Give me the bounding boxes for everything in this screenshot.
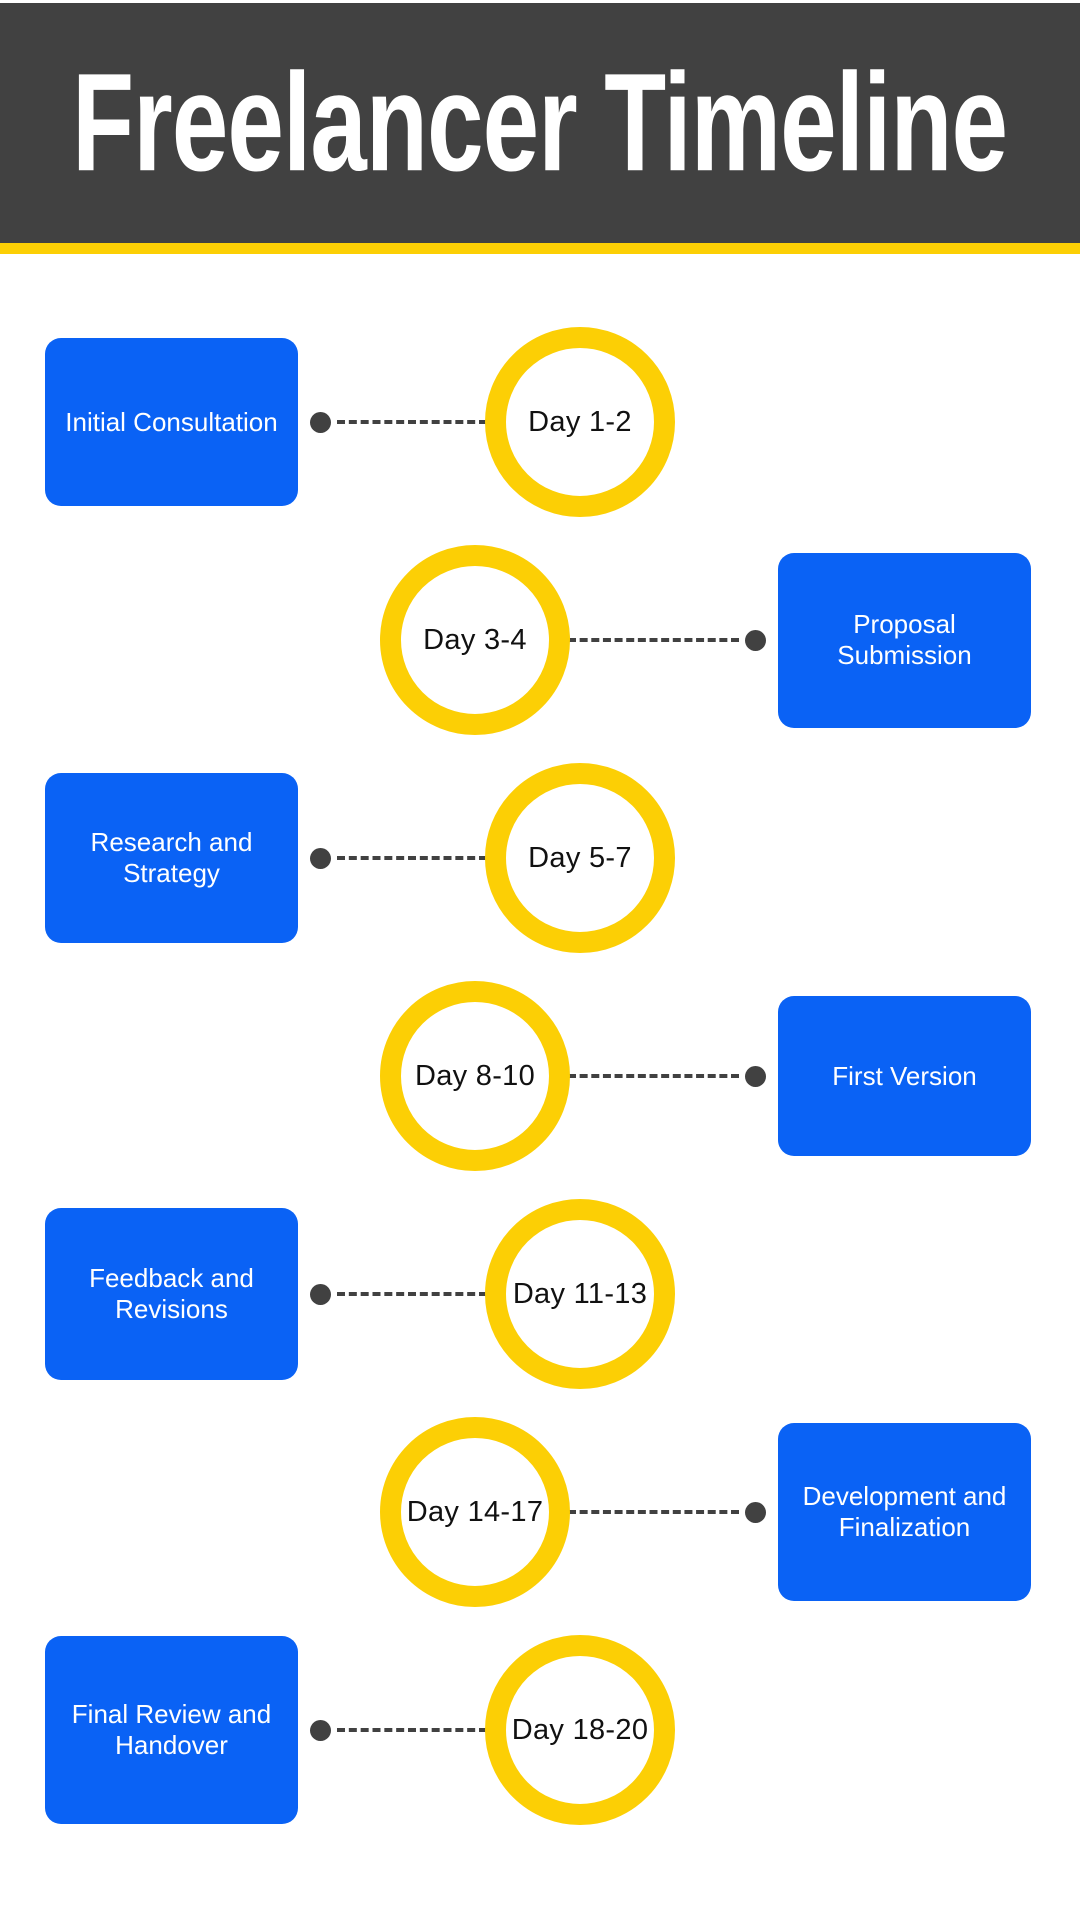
timeline-marker-ring[interactable]: Day 3-4 (380, 545, 570, 735)
timeline-step-label: Feedback and Revisions (89, 1263, 254, 1324)
timeline-list: Initial Consultation Day 1-2 Proposal Subm… (0, 254, 1080, 1920)
timeline-step-label: Research and Strategy (90, 827, 253, 888)
timeline-step-card[interactable]: Research and Strategy (45, 773, 298, 943)
timeline-connector (310, 411, 487, 433)
timeline-connector (310, 1719, 487, 1741)
connector-dot-icon (745, 1065, 766, 1087)
timeline-day-label: Day 1-2 (528, 405, 632, 438)
timeline-step-card[interactable]: Initial Consultation (45, 338, 298, 506)
timeline-connector (568, 629, 766, 651)
timeline-step-card[interactable]: Proposal Submission (778, 552, 1031, 728)
connector-dot-icon (310, 1719, 331, 1741)
timeline-step-label: Development and Finalization (802, 1481, 1007, 1542)
connector-dashed-line (568, 1074, 739, 1078)
timeline-step-label: Proposal Submission (837, 609, 972, 670)
timeline-step-label: First Version (832, 1060, 977, 1091)
connector-dashed-line (337, 420, 487, 424)
connector-dashed-line (568, 1510, 739, 1514)
timeline-connector (568, 1065, 766, 1087)
timeline-day-label: Day 11-13 (512, 1277, 648, 1310)
timeline-day-label: Day 5-7 (528, 841, 632, 874)
timeline-day-label: Day 14-17 (406, 1495, 544, 1528)
timeline-step-card[interactable]: Final Review and Handover (45, 1636, 298, 1824)
connector-dot-icon (745, 1501, 766, 1523)
timeline-connector (310, 1283, 487, 1305)
timeline-connector (568, 1501, 766, 1523)
header-accent-rule (0, 243, 1080, 254)
page-title: Freelancer Timeline (72, 45, 1008, 201)
connector-dashed-line (337, 856, 487, 860)
timeline-step-label: Initial Consultation (65, 406, 278, 437)
timeline-day-label: Day 8-10 (414, 1059, 536, 1092)
timeline-day-label: Day 3-4 (423, 623, 527, 656)
timeline-marker-ring[interactable]: Day 11-13 (485, 1199, 675, 1389)
timeline-marker-ring[interactable]: Day 1-2 (485, 327, 675, 517)
header-band: Freelancer Timeline (0, 3, 1080, 243)
timeline-step-card[interactable]: Feedback and Revisions (45, 1208, 298, 1380)
connector-dot-icon (310, 847, 331, 869)
timeline-marker-ring[interactable]: Day 5-7 (485, 763, 675, 953)
timeline-marker-ring[interactable]: Day 18-20 (485, 1635, 675, 1825)
timeline-step-label: Final Review and Handover (71, 1699, 272, 1760)
connector-dot-icon (745, 629, 766, 651)
connector-dashed-line (337, 1292, 487, 1296)
timeline-connector (310, 847, 487, 869)
timeline-day-label: Day 18-20 (511, 1713, 649, 1746)
timeline-step-card[interactable]: Development and Finalization (778, 1423, 1031, 1601)
timeline-step-card[interactable]: First Version (778, 996, 1031, 1156)
infographic-page: Freelancer Timeline Initial Consultation… (0, 0, 1080, 1920)
timeline-marker-ring[interactable]: Day 8-10 (380, 981, 570, 1171)
connector-dot-icon (310, 411, 331, 433)
connector-dashed-line (337, 1728, 487, 1732)
connector-dot-icon (310, 1283, 331, 1305)
connector-dashed-line (568, 638, 739, 642)
timeline-marker-ring[interactable]: Day 14-17 (380, 1417, 570, 1607)
